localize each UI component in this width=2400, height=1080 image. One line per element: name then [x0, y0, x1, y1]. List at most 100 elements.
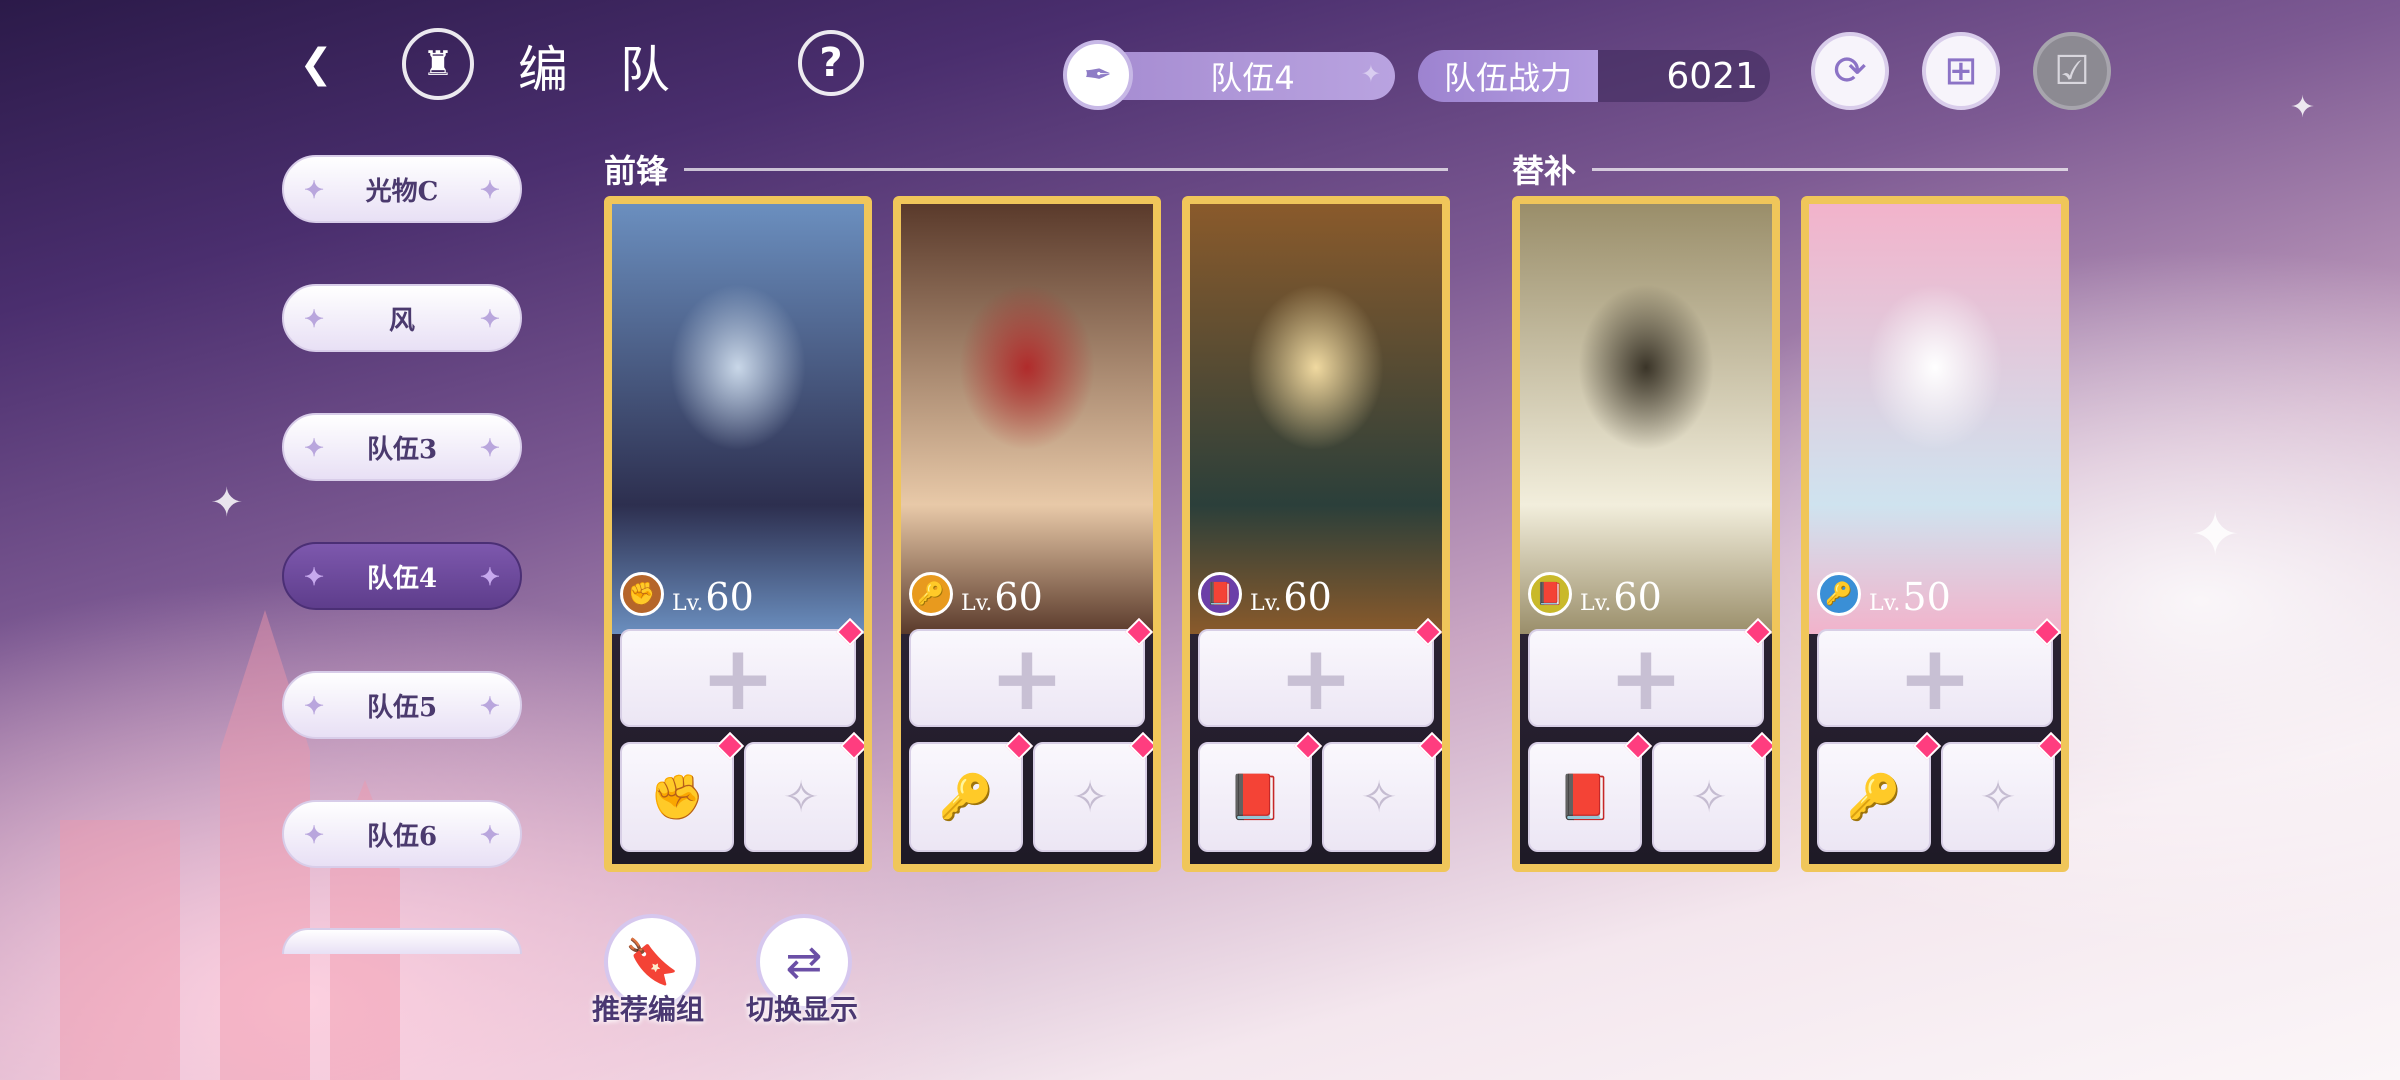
- feather-icon[interactable]: ✒: [1063, 40, 1133, 110]
- level-prefix: Lv.: [1580, 591, 1612, 616]
- home-button[interactable]: ♜: [402, 28, 474, 100]
- sparkle-icon: ✦: [304, 691, 325, 720]
- sparkle-icon: ✦: [479, 691, 500, 720]
- castle-icon: ♜: [422, 44, 454, 84]
- team-list-overflow-item[interactable]: [282, 928, 522, 954]
- character-portrait: [901, 204, 1153, 634]
- charm-icon: ✧: [1360, 771, 1398, 823]
- swap-arrows-icon: ⇄: [785, 936, 823, 988]
- add-equipment-slot[interactable]: +: [1817, 626, 2053, 731]
- character-card[interactable]: 🔑 Lv. 60 + 🔑 ✧: [893, 196, 1161, 872]
- sparkle-icon: ✦: [304, 562, 325, 591]
- level-prefix: Lv.: [1250, 591, 1282, 616]
- fist-icon: ✊: [620, 572, 664, 616]
- plus-icon: +: [989, 625, 1065, 731]
- team-tab-label: 队伍6: [366, 821, 438, 852]
- frontline-heading: 前锋: [604, 152, 669, 190]
- equipment-slot[interactable]: ✧: [1652, 742, 1766, 852]
- team-tab[interactable]: ✦ 队伍3 ✦: [282, 413, 522, 481]
- back-button[interactable]: ❮: [280, 28, 352, 100]
- team-tab[interactable]: ✦ 队伍4 ✦: [282, 542, 522, 610]
- character-portrait: [612, 204, 864, 634]
- charm-icon: ✧: [1071, 771, 1109, 823]
- sparkle-decoration: ✦: [2290, 90, 2316, 125]
- character-card[interactable]: 📕 Lv. 60 + 📕 ✧: [1182, 196, 1450, 872]
- checklist-icon: ☑: [2054, 48, 2090, 94]
- toggle-view-label: 切换显示: [746, 993, 859, 1026]
- substitute-heading: 替补: [1512, 152, 1577, 190]
- copy-team-button[interactable]: ⊞: [1922, 32, 2000, 110]
- plus-icon: +: [1608, 625, 1684, 731]
- character-card[interactable]: ✊ Lv. 60 + ✊ ✧: [604, 196, 872, 872]
- equipment-slot[interactable]: ✧: [1322, 742, 1436, 852]
- team-tab-label: 队伍3: [366, 434, 438, 465]
- add-equipment-slot[interactable]: +: [909, 626, 1145, 731]
- team-tab-label: 队伍5: [366, 692, 438, 723]
- equipment-slot[interactable]: 🔑: [1817, 742, 1931, 852]
- level-prefix: Lv.: [961, 591, 993, 616]
- page-title: 编 队: [518, 41, 688, 99]
- equipment-slot[interactable]: ✊: [620, 742, 734, 852]
- sparkle-icon: ✦: [304, 304, 325, 333]
- level-value: 60: [1283, 575, 1332, 619]
- equipment-slot[interactable]: ✧: [1033, 742, 1147, 852]
- team-power-value: 6021: [1598, 50, 1770, 102]
- book-icon: 📕: [1227, 772, 1283, 823]
- equipment-slot[interactable]: 🔑: [909, 742, 1023, 852]
- equipment-slot[interactable]: 📕: [1198, 742, 1312, 852]
- character-portrait: [1190, 204, 1442, 634]
- plus-icon: +: [1278, 625, 1354, 731]
- team-power-label: 队伍战力: [1418, 50, 1598, 102]
- help-icon: ?: [819, 40, 843, 86]
- back-arrow-icon: ❮: [299, 41, 333, 87]
- level-value: 60: [705, 575, 754, 619]
- add-equipment-slot[interactable]: +: [1198, 626, 1434, 731]
- plus-icon: +: [1897, 625, 1973, 731]
- character-card[interactable]: 📕 Lv. 60 + 📕 ✧: [1512, 196, 1780, 872]
- equipment-slot[interactable]: 📕: [1528, 742, 1642, 852]
- book-icon: 📕: [1557, 772, 1613, 823]
- book-icon: 📕: [1528, 572, 1572, 616]
- key-icon: 🔑: [1846, 772, 1902, 823]
- team-tab-label: 风: [388, 305, 415, 336]
- copy-add-icon: ⊞: [1944, 48, 1978, 94]
- sparkle-icon: ✦: [304, 175, 325, 204]
- character-portrait: [1520, 204, 1772, 634]
- add-equipment-slot[interactable]: +: [620, 626, 856, 731]
- charm-icon: ✧: [1690, 771, 1728, 823]
- team-tab[interactable]: ✦ 队伍6 ✦: [282, 800, 522, 868]
- section-divider: [1592, 168, 2068, 171]
- refresh-button[interactable]: ⟳: [1811, 32, 1889, 110]
- equipment-slot[interactable]: ✧: [1941, 742, 2055, 852]
- level-badge: 🔑 Lv. 50: [1817, 572, 1951, 616]
- equipment-slot[interactable]: ✧: [744, 742, 858, 852]
- charm-icon: ✧: [1979, 771, 2017, 823]
- sparkle-icon: ✦: [479, 820, 500, 849]
- level-value: 60: [994, 575, 1043, 619]
- confirm-button[interactable]: ☑: [2033, 32, 2111, 110]
- current-team-name: 队伍4: [1210, 59, 1295, 97]
- character-portrait: [1809, 204, 2061, 634]
- character-card[interactable]: 🔑 Lv. 50 + 🔑 ✧: [1801, 196, 2069, 872]
- sparkle-decoration: ✦: [210, 480, 244, 526]
- sparkle-icon: ✦: [304, 433, 325, 462]
- team-tab-label: 光物C: [365, 176, 439, 207]
- team-tab[interactable]: ✦ 光物C ✦: [282, 155, 522, 223]
- key-icon: 🔑: [909, 572, 953, 616]
- help-button[interactable]: ?: [798, 30, 864, 96]
- level-badge: ✊ Lv. 60: [620, 572, 754, 616]
- key-icon: 🔑: [1817, 572, 1861, 616]
- level-badge: 📕 Lv. 60: [1528, 572, 1662, 616]
- sparkle-icon: ✦: [304, 820, 325, 849]
- plus-icon: +: [700, 625, 776, 731]
- add-equipment-slot[interactable]: +: [1528, 626, 1764, 731]
- charm-icon: ✧: [782, 771, 820, 823]
- level-prefix: Lv.: [1869, 591, 1901, 616]
- book-icon: 📕: [1198, 572, 1242, 616]
- team-tab[interactable]: ✦ 风 ✦: [282, 284, 522, 352]
- recommend-team-label: 推荐编组: [592, 993, 705, 1026]
- sparkle-icon: ✦: [479, 433, 500, 462]
- team-tab[interactable]: ✦ 队伍5 ✦: [282, 671, 522, 739]
- key-icon: 🔑: [938, 772, 994, 823]
- sparkle-icon: ✦: [479, 562, 500, 591]
